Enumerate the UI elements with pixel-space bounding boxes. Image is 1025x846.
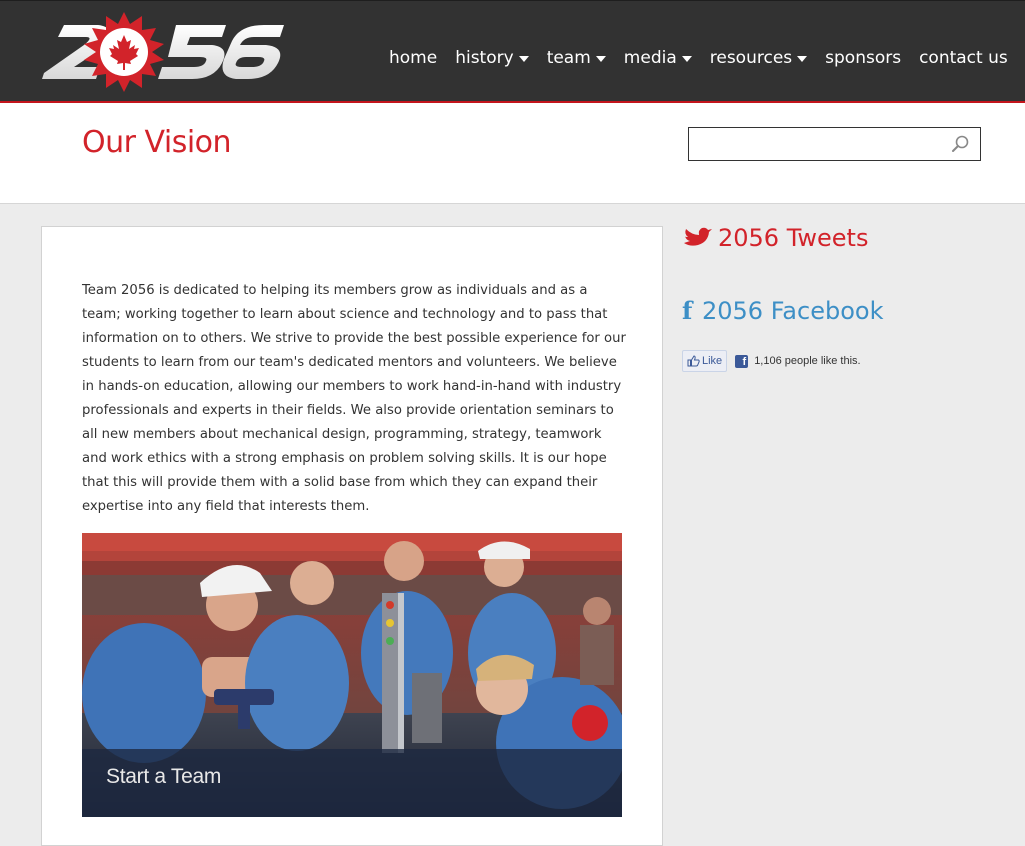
team-2056-logo[interactable] (40, 11, 285, 93)
chevron-down-icon (797, 56, 808, 62)
chevron-down-icon (681, 56, 692, 62)
like-count-text: 1,106 people like this. (754, 355, 861, 367)
nav-item-label: home (389, 48, 438, 68)
like-button-label: Like (702, 355, 723, 367)
nav-item-home[interactable]: home (389, 48, 437, 68)
main-nav: home history team media resources sponso… (380, 45, 1017, 71)
nav-item-label: team (546, 48, 591, 68)
chevron-down-icon (518, 56, 529, 62)
tweets-heading[interactable]: 2056 Tweets (682, 224, 868, 252)
page-title: Our Vision (82, 125, 232, 160)
nav-item-media[interactable]: media (624, 48, 692, 68)
magnifier-icon[interactable] (950, 134, 970, 154)
vision-text: Team 2056 is dedicated to helping its me… (82, 283, 626, 514)
title-band: Our Vision (0, 103, 1025, 204)
facebook-logo-icon: f (735, 354, 749, 368)
content-card: Team 2056 is dedicated to helping its me… (41, 226, 663, 846)
nav-item-sponsors[interactable]: sponsors (825, 48, 901, 68)
team-photo[interactable]: Start a Team (82, 533, 622, 817)
nav-item-label: contact us (919, 48, 1008, 68)
search-box (688, 127, 981, 161)
twitter-bird-icon (684, 227, 712, 246)
nav-item-label: resources (709, 48, 793, 68)
facebook-f-icon: f (682, 296, 693, 325)
nav-item-contact-us[interactable]: contact us (919, 48, 1008, 68)
nav-item-team[interactable]: team (547, 48, 606, 68)
site-header: home history team media resources sponso… (0, 0, 1025, 103)
nav-item-history[interactable]: history (455, 48, 529, 68)
facebook-like-row: Like f 1,106 people like this. (682, 350, 861, 372)
tweets-heading-label: 2056 Tweets (718, 224, 869, 252)
search-input[interactable] (689, 128, 939, 160)
facebook-heading-label: 2056 Facebook (702, 296, 884, 325)
facebook-heading[interactable]: f 2056 Facebook (682, 296, 883, 325)
chevron-down-icon (595, 56, 606, 62)
facebook-like-button[interactable]: Like (682, 350, 728, 372)
nav-item-resources[interactable]: resources (709, 48, 808, 68)
nav-item-label: sponsors (825, 48, 902, 68)
thumbs-up-icon (687, 355, 700, 367)
photo-caption[interactable]: Start a Team (106, 765, 221, 789)
nav-item-label: history (455, 48, 514, 68)
nav-item-label: media (623, 48, 677, 68)
